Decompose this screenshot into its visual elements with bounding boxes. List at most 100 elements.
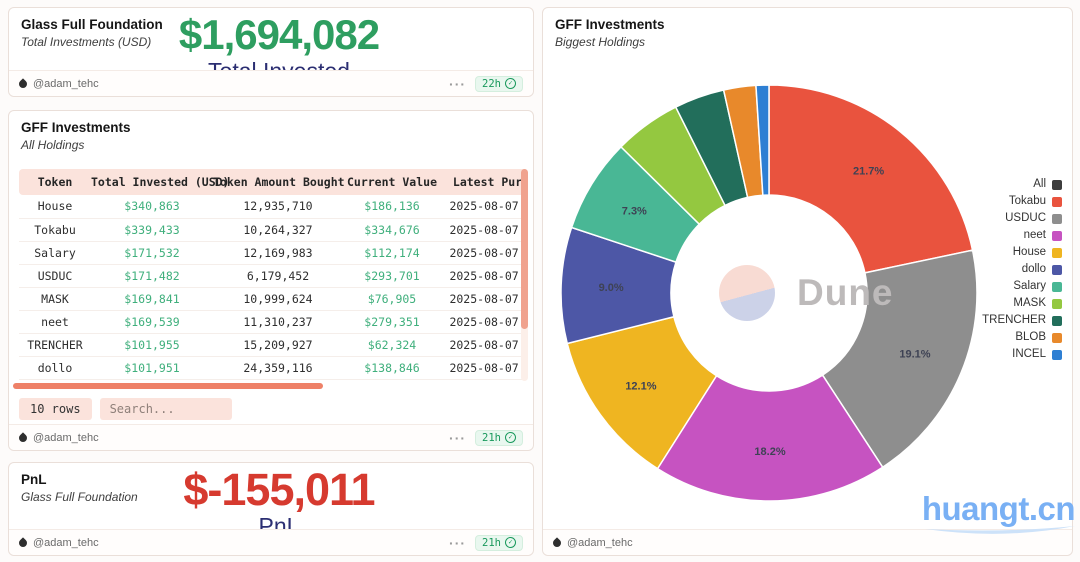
table-cell: House bbox=[19, 195, 91, 218]
legend-item-dollo[interactable]: dollo bbox=[1022, 263, 1062, 276]
table-cell: 2025-08-07 2 bbox=[441, 287, 524, 310]
legend-item-blob[interactable]: BLOB bbox=[1015, 331, 1062, 344]
refresh-time-label: 21h bbox=[482, 432, 501, 444]
legend-item-incel[interactable]: INCEL bbox=[1012, 348, 1062, 361]
legend-swatch bbox=[1052, 231, 1062, 241]
check-circle-icon bbox=[505, 78, 516, 89]
table-row: TRENCHER$101,95515,209,927$62,3242025-08… bbox=[19, 333, 524, 356]
legend-item-mask[interactable]: MASK bbox=[1013, 297, 1062, 310]
refresh-time-label: 22h bbox=[482, 78, 501, 90]
table-horizontal-scrollbar[interactable] bbox=[13, 383, 323, 389]
table-cell: $340,863 bbox=[91, 195, 213, 218]
donut-slice-label: 18.2% bbox=[754, 446, 785, 458]
table-row: House$340,86312,935,710$186,1362025-08-0… bbox=[19, 195, 524, 218]
legend-item-tokabu[interactable]: Tokabu bbox=[1009, 195, 1062, 208]
legend-label: USDUC bbox=[1005, 212, 1046, 225]
table-cell: $169,841 bbox=[91, 287, 213, 310]
table-vertical-scrollbar[interactable] bbox=[521, 169, 528, 381]
holdings-table: TokenTotal Invested (USD)Token Amount Bo… bbox=[19, 169, 524, 380]
card-header: GFF Investments All Holdings bbox=[21, 120, 131, 152]
legend-label: BLOB bbox=[1015, 331, 1046, 344]
table-cell: $186,136 bbox=[343, 195, 441, 218]
card-title: Glass Full Foundation bbox=[21, 17, 163, 32]
check-circle-icon bbox=[505, 432, 516, 443]
table-cell: $76,905 bbox=[343, 287, 441, 310]
dashboard-page: Glass Full Foundation Total Investments … bbox=[0, 0, 1080, 562]
table-cell: $293,701 bbox=[343, 264, 441, 287]
more-options-button[interactable]: ··· bbox=[449, 538, 466, 548]
author-link[interactable]: @adam_tehc bbox=[553, 537, 633, 549]
table-cell: neet bbox=[19, 310, 91, 333]
footer-actions: ··· 21h bbox=[449, 430, 523, 446]
legend-swatch bbox=[1052, 180, 1062, 190]
legend-swatch bbox=[1052, 350, 1062, 360]
table-row: neet$169,53911,310,237$279,3512025-08-07… bbox=[19, 310, 524, 333]
legend-item-salary[interactable]: Salary bbox=[1013, 280, 1062, 293]
card-header: PnL Glass Full Foundation bbox=[21, 472, 138, 504]
column-header-latest-purc[interactable]: Latest Purc bbox=[441, 169, 524, 195]
pnl-card: PnL Glass Full Foundation $-155,011 PnL … bbox=[8, 462, 534, 556]
legend-item-neet[interactable]: neet bbox=[1024, 229, 1062, 242]
refresh-time-badge[interactable]: 22h bbox=[475, 76, 523, 92]
table-row: MASK$169,84110,999,624$76,9052025-08-07 … bbox=[19, 287, 524, 310]
author-link[interactable]: @adam_tehc bbox=[19, 432, 99, 444]
legend-label: TRENCHER bbox=[982, 314, 1046, 327]
author-link[interactable]: @adam_tehc bbox=[19, 78, 99, 90]
table-search-input[interactable] bbox=[100, 398, 232, 420]
legend-item-house[interactable]: House bbox=[1013, 246, 1062, 259]
footer-actions: ··· 21h bbox=[449, 535, 523, 551]
column-header-total-invested-usd-[interactable]: Total Invested (USD) bbox=[91, 169, 213, 195]
card-footer: @adam_tehc bbox=[543, 529, 1072, 555]
card-footer: @adam_tehc ··· 21h bbox=[9, 424, 533, 450]
biggest-holdings-chart-card: GFF Investments Biggest Holdings 21.7%19… bbox=[542, 7, 1073, 556]
legend-swatch bbox=[1052, 299, 1062, 309]
more-options-button[interactable]: ··· bbox=[449, 79, 466, 89]
column-header-token[interactable]: Token bbox=[19, 169, 91, 195]
author-handle: @adam_tehc bbox=[33, 78, 99, 90]
refresh-time-badge[interactable]: 21h bbox=[475, 430, 523, 446]
table-header-row: TokenTotal Invested (USD)Token Amount Bo… bbox=[19, 169, 524, 195]
legend-item-usduc[interactable]: USDUC bbox=[1005, 212, 1062, 225]
legend-label: Salary bbox=[1013, 280, 1046, 293]
card-title: PnL bbox=[21, 472, 138, 487]
table-cell: 12,935,710 bbox=[213, 195, 343, 218]
total-invested-value: $1,694,082 bbox=[119, 11, 439, 58]
card-footer: @adam_tehc ··· 21h bbox=[9, 529, 533, 555]
legend-item-trencher[interactable]: TRENCHER bbox=[982, 314, 1062, 327]
table-cell: 2025-08-07 2 bbox=[441, 241, 524, 264]
card-subtitle: Glass Full Foundation bbox=[21, 490, 138, 504]
dune-drop-icon bbox=[17, 537, 28, 548]
refresh-time-badge[interactable]: 21h bbox=[475, 535, 523, 551]
table-cell: 10,264,327 bbox=[213, 218, 343, 241]
donut-slice-label: 9.0% bbox=[599, 282, 624, 294]
card-subtitle: Biggest Holdings bbox=[555, 35, 665, 49]
legend-swatch bbox=[1052, 265, 1062, 275]
pnl-value: $-155,011 bbox=[119, 466, 439, 513]
legend-swatch bbox=[1052, 214, 1062, 224]
legend-swatch bbox=[1052, 316, 1062, 326]
author-link[interactable]: @adam_tehc bbox=[19, 537, 99, 549]
more-options-button[interactable]: ··· bbox=[449, 433, 466, 443]
table-cell: 6,179,452 bbox=[213, 264, 343, 287]
table-row: USDUC$171,4826,179,452$293,7012025-08-07… bbox=[19, 264, 524, 287]
legend-label: dollo bbox=[1022, 263, 1046, 276]
author-handle: @adam_tehc bbox=[567, 537, 633, 549]
card-footer: @adam_tehc ··· 22h bbox=[9, 70, 533, 96]
table-cell: dollo bbox=[19, 356, 91, 379]
card-subtitle: Total Investments (USD) bbox=[21, 35, 163, 49]
legend-swatch bbox=[1052, 282, 1062, 292]
legend-label: House bbox=[1013, 246, 1046, 259]
card-header: GFF Investments Biggest Holdings bbox=[555, 17, 665, 49]
donut-slice-tokabu[interactable] bbox=[769, 85, 973, 273]
column-header-token-amount-bought[interactable]: Token Amount Bought bbox=[213, 169, 343, 195]
table-cell: 2025-08-07 1 bbox=[441, 218, 524, 241]
table-cell: TRENCHER bbox=[19, 333, 91, 356]
table-cell: $171,482 bbox=[91, 264, 213, 287]
rows-per-page-select[interactable]: 10 rows bbox=[19, 398, 92, 420]
column-header-current-value[interactable]: Current Value bbox=[343, 169, 441, 195]
table-cell: Salary bbox=[19, 241, 91, 264]
table-cell: USDUC bbox=[19, 264, 91, 287]
table-cell: 2025-08-07 2 bbox=[441, 195, 524, 218]
scrollbar-thumb[interactable] bbox=[521, 169, 528, 329]
legend-item-all[interactable]: All bbox=[1033, 178, 1062, 191]
